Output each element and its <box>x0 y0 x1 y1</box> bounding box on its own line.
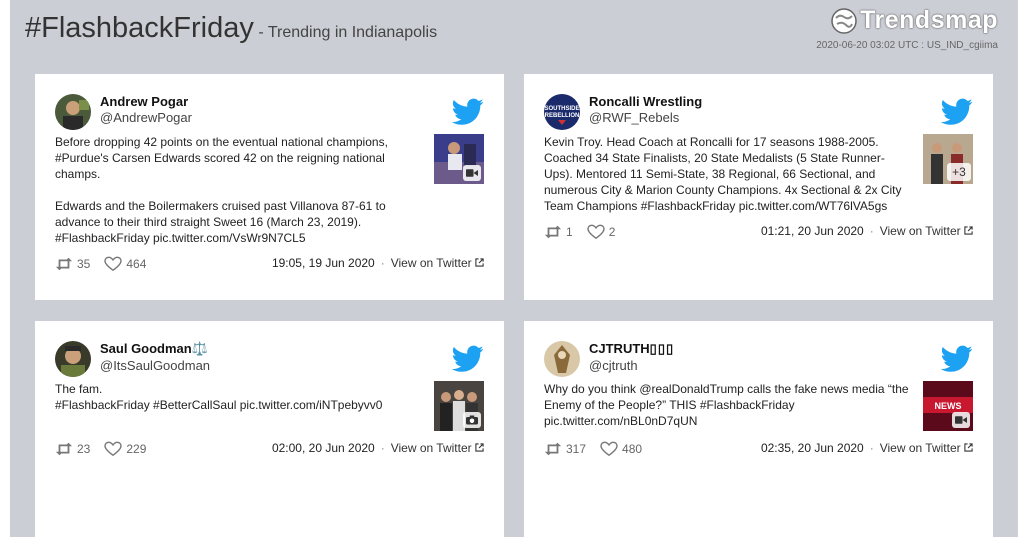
svg-text:SOUTHSIDE: SOUTHSIDE <box>544 106 579 112</box>
like-count[interactable]: 480 <box>600 441 642 457</box>
page-title: #FlashbackFriday - Trending in Indianapo… <box>25 12 437 45</box>
tweet-card: SOUTHSIDE REBELLION Roncalli Wrestling @R… <box>524 74 993 300</box>
tweet-author-name[interactable]: CJTRUTH▯▯▯ <box>589 341 674 357</box>
svg-text:NEWS: NEWS <box>935 401 962 411</box>
tweet-time[interactable]: 01:21, 20 Jun 2020 <box>761 224 864 238</box>
like-count[interactable]: 229 <box>104 441 146 457</box>
tweet-author-name[interactable]: Saul Goodman⚖️ <box>100 341 210 357</box>
separator-dot: · <box>869 441 874 455</box>
tweet-card: Saul Goodman⚖️ @ItsSaulGoodman The fam. … <box>35 321 504 537</box>
twitter-bird-icon[interactable] <box>941 345 973 373</box>
twitter-bird-icon[interactable] <box>452 345 484 373</box>
tweet-author-handle[interactable]: @AndrewPogar <box>100 110 192 125</box>
tweet-text: Before dropping 42 points on the eventua… <box>55 135 388 245</box>
trendsmap-logo[interactable]: Trendsmap <box>830 6 998 35</box>
external-link-icon <box>475 258 484 267</box>
separator-dot: · <box>380 441 385 455</box>
trendsmap-globe-icon <box>831 7 857 34</box>
like-count[interactable]: 464 <box>104 256 146 272</box>
like-count[interactable]: 2 <box>586 224 615 240</box>
tweet-media-thumbnail[interactable]: +3 <box>923 134 973 184</box>
avatar[interactable] <box>55 341 91 377</box>
video-icon <box>952 412 970 428</box>
more-media-count: +3 <box>947 163 971 181</box>
retweet-count[interactable]: 1 <box>544 224 573 240</box>
avatar[interactable] <box>55 94 91 130</box>
heart-icon <box>104 441 123 457</box>
heart-icon <box>104 256 123 272</box>
retweet-count[interactable]: 35 <box>55 256 90 272</box>
hashtag-title[interactable]: #FlashbackFriday <box>25 12 254 44</box>
view-on-twitter-link[interactable]: View on Twitter <box>391 256 484 270</box>
tweet-author-handle[interactable]: @RWF_Rebels <box>589 110 702 125</box>
svg-text:REBELLION: REBELLION <box>545 113 580 119</box>
view-on-twitter-link[interactable]: View on Twitter <box>391 441 484 455</box>
tweet-author-name[interactable]: Roncalli Wrestling <box>589 94 702 109</box>
tweet-author-name[interactable]: Andrew Pogar <box>100 94 192 109</box>
tweet-media-thumbnail[interactable]: NEWS <box>923 381 973 431</box>
avatar[interactable]: SOUTHSIDE REBELLION <box>544 94 580 130</box>
avatar[interactable] <box>544 341 580 377</box>
view-on-twitter-link[interactable]: View on Twitter <box>880 224 973 238</box>
external-link-icon <box>475 443 484 452</box>
trending-subtitle: - Trending in Indianapolis <box>258 24 438 41</box>
page-frame: #FlashbackFriday - Trending in Indianapo… <box>10 0 1018 537</box>
external-link-icon <box>964 443 973 452</box>
twitter-bird-icon[interactable] <box>941 98 973 126</box>
heart-icon <box>600 441 618 457</box>
tweet-media-thumbnail[interactable] <box>434 134 484 184</box>
tweet-text: Why do you think @realDonaldTrump calls … <box>544 382 909 428</box>
twitter-bird-icon[interactable] <box>452 98 484 126</box>
camera-icon <box>463 412 481 428</box>
tweet-time[interactable]: 02:35, 20 Jun 2020 <box>761 441 864 455</box>
tweet-author-handle[interactable]: @ItsSaulGoodman <box>100 358 210 373</box>
retweet-icon <box>544 442 562 456</box>
tweet-time[interactable]: 02:00, 20 Jun 2020 <box>272 441 375 455</box>
tweet-card: CJTRUTH▯▯▯ @cjtruth Why do you think @re… <box>524 321 993 537</box>
heart-icon <box>586 224 605 240</box>
separator-dot: · <box>869 224 874 238</box>
external-link-icon <box>964 226 973 235</box>
retweet-icon <box>544 225 562 239</box>
tweet-text: The fam. #FlashbackFriday #BetterCallSau… <box>55 382 383 412</box>
retweet-icon <box>55 257 73 271</box>
tweet-text: Kevin Troy. Head Coach at Roncalli for 1… <box>544 135 902 213</box>
timestamp: 2020-06-20 03:02 UTC : US_IND_cgiima <box>816 40 998 51</box>
tweet-author-handle[interactable]: @cjtruth <box>589 358 674 373</box>
retweet-count[interactable]: 317 <box>544 441 586 457</box>
tweet-media-thumbnail[interactable] <box>434 381 484 431</box>
retweet-icon <box>55 442 73 456</box>
view-on-twitter-link[interactable]: View on Twitter <box>880 441 973 455</box>
logo-text: Trendsmap <box>860 6 998 34</box>
tweet-time[interactable]: 19:05, 19 Jun 2020 <box>272 256 375 270</box>
tweet-card: Andrew Pogar @AndrewPogar Before droppin… <box>35 74 504 300</box>
retweet-count[interactable]: 23 <box>55 441 90 457</box>
separator-dot: · <box>380 256 385 270</box>
video-icon <box>463 165 481 181</box>
